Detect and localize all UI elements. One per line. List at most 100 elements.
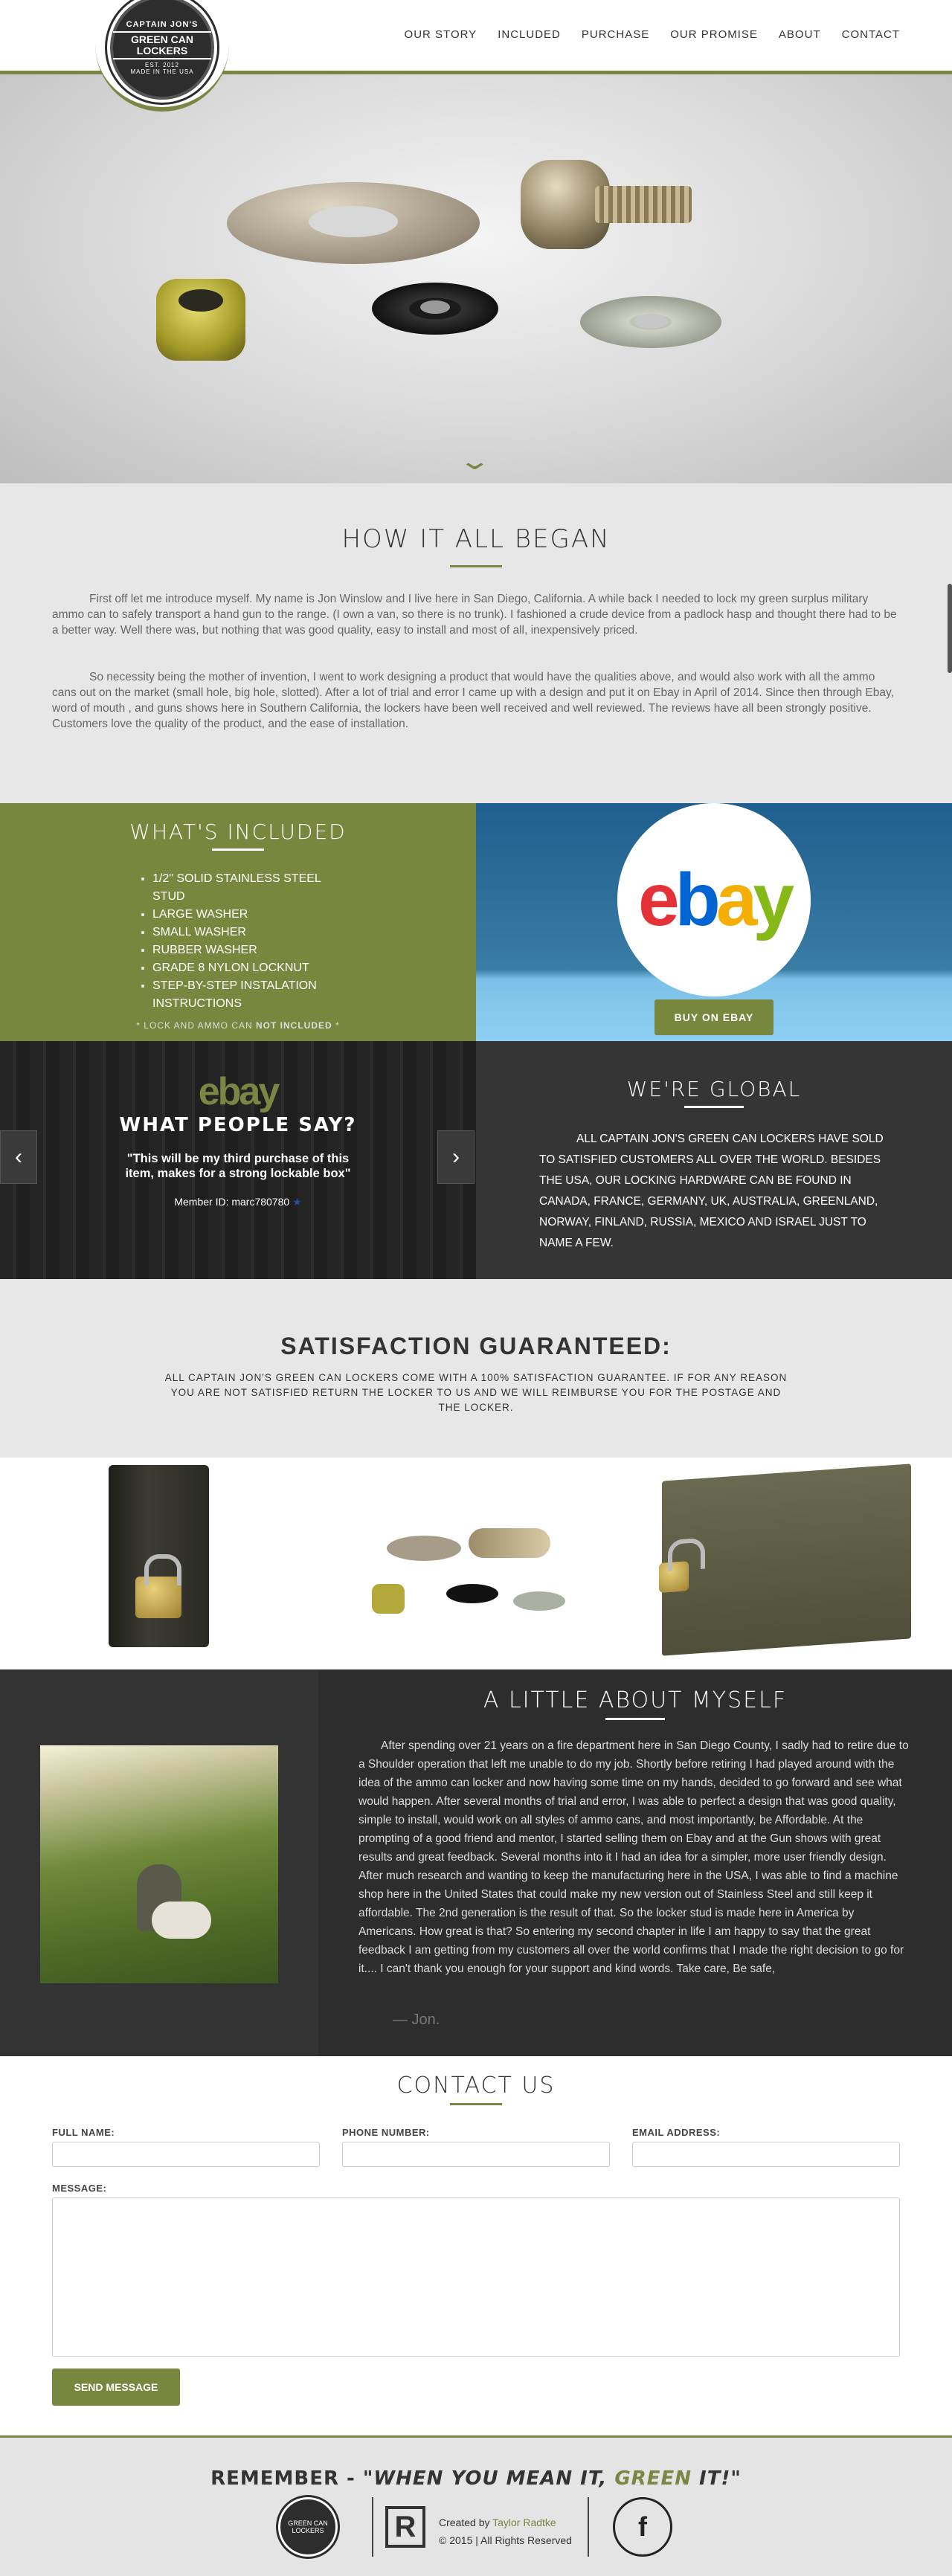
ebay-logo[interactable]: ebay	[617, 803, 811, 996]
full-name-field[interactable]	[52, 2142, 320, 2167]
section-title: CONTACT US	[396, 2073, 556, 2099]
ebay-letter-a: a	[715, 857, 758, 941]
footer-slogan: REMEMBER - "WHEN YOU MEAN IT, GREEN IT!"	[0, 2467, 952, 2490]
divider	[588, 2497, 589, 2557]
message-label: MESSAGE:	[52, 2183, 107, 2194]
logo-top-text: CAPTAIN JON'S	[126, 20, 199, 29]
nav-purchase[interactable]: PURCHASE	[582, 28, 649, 41]
note-text: * LOCK AND AMMO CAN	[136, 1020, 256, 1031]
scrollbar-thumb[interactable]	[948, 584, 952, 673]
facebook-icon[interactable]: f	[613, 2497, 672, 2557]
about-photo-panel	[0, 1669, 318, 2056]
full-name-label: FULL NAME:	[52, 2127, 115, 2138]
section-title: SATISFACTION GUARANTEED:	[280, 1333, 672, 1359]
ebay-letter-b: b	[675, 857, 721, 941]
section-title: A LITTLE ABOUT MYSELF	[483, 1687, 788, 1713]
guarantee-section: SATISFACTION GUARANTEED: All Captain Jon…	[0, 1279, 952, 1458]
hero-rubber-washer-image	[372, 283, 498, 335]
member-id: Member ID: marc780780	[174, 1196, 290, 1208]
logo-bottom-text: MADE IN THE USA	[130, 68, 194, 75]
title-divider	[450, 565, 502, 567]
credit-prefix: Created by	[439, 2517, 493, 2528]
nav-included[interactable]: INCLUDED	[498, 28, 561, 41]
title-divider	[684, 1106, 744, 1108]
note-suffix: *	[332, 1020, 340, 1031]
hero-small-washer-image	[580, 296, 721, 348]
copyright: © 2015 | All Rights Reserved	[439, 2534, 572, 2546]
ebay-logo-small: ebay	[198, 1070, 280, 1113]
send-message-button[interactable]: SEND MESSAGE	[52, 2369, 180, 2406]
footer-logo[interactable]: GREEN CAN LOCKERS	[278, 2497, 338, 2557]
section-title: WE'RE GLOBAL	[626, 1077, 802, 1101]
contact-section: CONTACT US FULL NAME: PHONE NUMBER: EMAI…	[0, 2056, 952, 2439]
about-section: A LITTLE ABOUT MYSELF After spending ove…	[0, 1669, 952, 2056]
hero-bolt-image	[521, 160, 692, 249]
ammo-can-front-image	[109, 1465, 209, 1647]
purchase-section: ebay BUY ON EBAY	[476, 803, 952, 1041]
global-section: WE'RE GLOBAL All Captain Jon's Green Can…	[476, 1041, 952, 1279]
title-divider	[605, 1718, 665, 1720]
testimonial-quote: "This will be my third purchase of this …	[125, 1152, 351, 1180]
signature: — Jon.	[393, 2012, 440, 2028]
list-item: SMALL WASHER	[152, 924, 346, 941]
chevron-right-icon[interactable]: ›	[437, 1130, 475, 1184]
site-footer: REMEMBER - "WHEN YOU MEAN IT, GREEN IT!"…	[0, 2435, 952, 2576]
email-label: EMAIL ADDRESS:	[632, 2127, 721, 2138]
list-item: LARGE WASHER	[152, 906, 346, 924]
footer-logo-text: GREEN CAN LOCKERS	[288, 2519, 328, 2534]
product-images-section	[0, 1458, 952, 1669]
ammo-can-side-image	[659, 1464, 911, 1656]
locker-parts-image	[335, 1502, 602, 1651]
hero-large-washer-image	[227, 182, 480, 264]
padlock-icon	[135, 1554, 181, 1618]
story-paragraph: First off let me introduce myself. My na…	[52, 593, 897, 637]
logo-est-text: EST. 2012	[145, 62, 179, 68]
global-text: All Captain Jon's Green Can Lockers have…	[539, 1133, 884, 1249]
slogan-end-text: IT!"	[692, 2467, 742, 2490]
email-field[interactable]	[632, 2142, 900, 2167]
slogan-green-text: GREEN	[614, 2467, 692, 2490]
section-title: HOW IT ALL BEGAN	[341, 524, 611, 554]
guarantee-text: All Captain Jon's Green Can Lockers come…	[164, 1372, 788, 1413]
main-nav: OUR STORY INCLUDED PURCHASE OUR PROMISE …	[405, 28, 900, 41]
chevron-down-icon[interactable]: ⌄	[457, 446, 492, 476]
message-field[interactable]	[52, 2197, 900, 2357]
designer-logo[interactable]: R	[385, 2506, 425, 2548]
phone-field[interactable]	[342, 2142, 610, 2167]
ebay-letter-y: y	[753, 857, 794, 941]
padlock-icon	[659, 1561, 689, 1593]
nav-our-promise[interactable]: OUR PROMISE	[670, 28, 758, 41]
logo-brand-name: GREEN CAN LOCKERS	[113, 31, 211, 59]
note-bold-text: NOT INCLUDED	[256, 1020, 332, 1031]
nav-about[interactable]: ABOUT	[779, 28, 821, 41]
hero-locknut-image	[156, 279, 245, 361]
list-item: RUBBER WASHER	[152, 941, 346, 959]
included-section: WHAT'S INCLUDED 1/2" SOLID STAINLESS STE…	[0, 803, 476, 1041]
about-text: After spending over 21 years on a fire d…	[358, 1739, 909, 1975]
divider	[372, 2497, 373, 2557]
owner-photo	[40, 1745, 278, 1983]
list-item: STEP-BY-STEP INSTALATION INSTRUCTIONS	[152, 977, 346, 1013]
buy-on-ebay-button[interactable]: BUY ON EBAY	[654, 999, 774, 1035]
credit: Created by Taylor Radtke © 2015 | All Ri…	[439, 2514, 572, 2549]
testimonial-member: Member ID: marc780780 ★	[0, 1196, 476, 1208]
site-header: CAPTAIN JON'S GREEN CAN LOCKERS EST. 201…	[0, 0, 952, 112]
star-icon: ★	[292, 1196, 302, 1208]
our-story-section: HOW IT ALL BEGAN First off let me introd…	[0, 483, 952, 803]
list-item: 1/2" SOLID STAINLESS STEEL STUD	[152, 870, 346, 906]
phone-label: PHONE NUMBER:	[342, 2127, 430, 2138]
section-title: WHAT'S INCLUDED	[129, 820, 347, 844]
ebay-letter-e: e	[638, 857, 680, 941]
slogan-text: "WHEN YOU MEAN IT,	[362, 2467, 615, 2490]
remember-text: REMEMBER -	[210, 2467, 363, 2490]
nav-contact[interactable]: CONTACT	[842, 28, 900, 41]
about-text-panel: A LITTLE ABOUT MYSELF After spending ove…	[318, 1669, 952, 2056]
included-list: 1/2" SOLID STAINLESS STEEL STUD LARGE WA…	[152, 870, 346, 1013]
testimonial-section: ebay WHAT PEOPLE SAY? "This will be my t…	[0, 1041, 476, 1279]
section-title: WHAT PEOPLE SAY?	[119, 1114, 357, 1136]
nav-our-story[interactable]: OUR STORY	[405, 28, 477, 41]
designer-link[interactable]: Taylor Radtke	[492, 2517, 556, 2528]
logo-badge: CAPTAIN JON'S GREEN CAN LOCKERS EST. 201…	[110, 0, 214, 100]
list-item: GRADE 8 NYLON LOCKNUT	[152, 959, 346, 977]
chevron-left-icon[interactable]: ‹	[0, 1130, 37, 1184]
